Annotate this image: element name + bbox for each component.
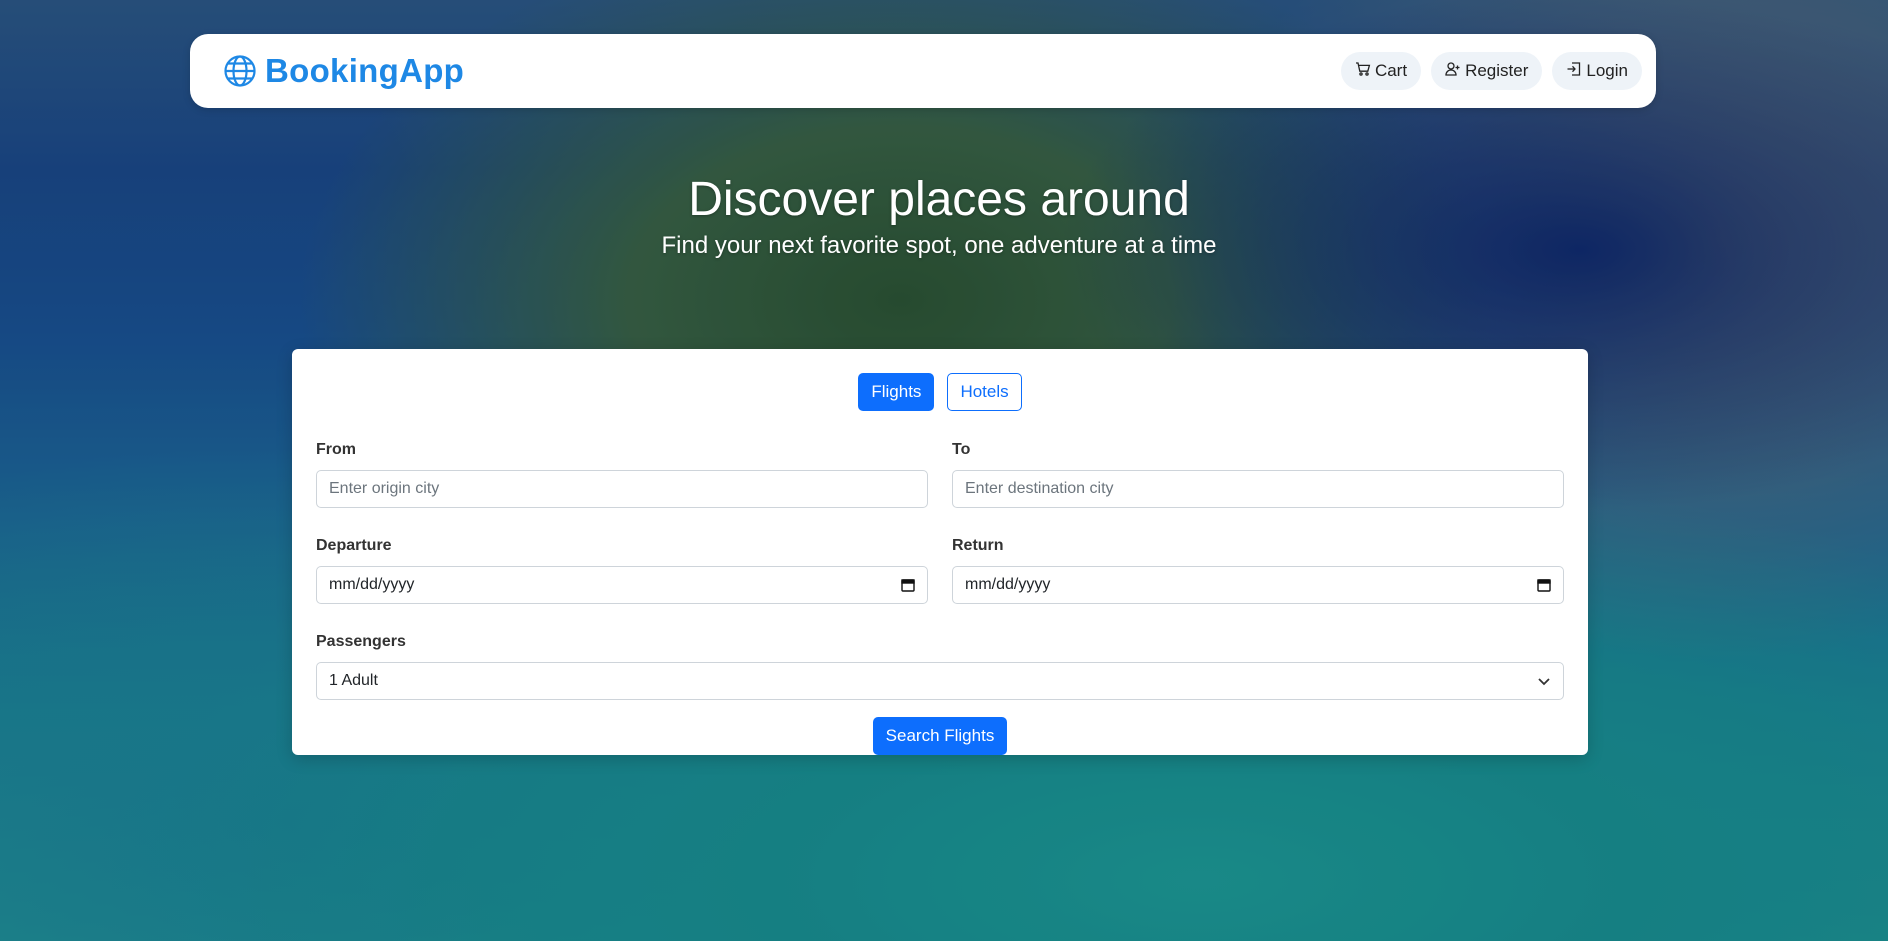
- hero-background: BookingApp Cart Register Login Discover …: [0, 0, 1888, 941]
- brand-link[interactable]: BookingApp: [223, 52, 464, 90]
- brand-name: BookingApp: [265, 52, 465, 89]
- login-icon: [1566, 61, 1582, 82]
- departure-date-input[interactable]: mm/dd/yyyy: [316, 566, 928, 604]
- navbar: BookingApp Cart Register Login: [190, 34, 1656, 108]
- route-row: From Enter origin city To Enter destinat…: [316, 440, 1564, 508]
- to-label: To: [952, 441, 971, 458]
- register-button[interactable]: Register: [1431, 52, 1543, 90]
- hero-title: Discover places around: [688, 173, 1190, 226]
- cart-icon: [1355, 61, 1371, 82]
- register-label: Register: [1465, 61, 1529, 80]
- passengers-value: 1 Adult: [329, 672, 378, 689]
- return-date-value: mm/dd/yyyy: [965, 576, 1051, 593]
- from-label: From: [316, 441, 356, 458]
- person-add-icon: [1445, 61, 1461, 82]
- hero-text: Discover places around Find your next fa…: [0, 170, 1878, 261]
- passengers-field-group: Passengers 1 Adult: [316, 632, 1564, 700]
- to-field-group: To Enter destination city: [952, 440, 1564, 508]
- tab-hotels[interactable]: Hotels: [947, 373, 1022, 411]
- calendar-icon[interactable]: [1537, 578, 1551, 592]
- cart-button[interactable]: Cart: [1340, 52, 1422, 90]
- dates-row: Departure mm/dd/yyyy Return mm/dd/yyyy: [316, 536, 1564, 604]
- login-label: Login: [1586, 61, 1628, 80]
- search-tabs: Flights Hotels: [316, 373, 1564, 411]
- cart-label: Cart: [1374, 61, 1408, 80]
- departure-date-value: mm/dd/yyyy: [329, 576, 415, 593]
- from-field-group: From Enter origin city: [316, 440, 928, 508]
- tab-flights[interactable]: Flights: [858, 373, 935, 411]
- login-button[interactable]: Login: [1552, 52, 1642, 90]
- chevron-down-icon: [1537, 674, 1551, 688]
- passengers-label: Passengers: [316, 633, 406, 650]
- passengers-row: Passengers 1 Adult: [316, 632, 1564, 700]
- submit-wrap: Search Flights: [316, 717, 1564, 755]
- return-field-group: Return mm/dd/yyyy: [952, 536, 1564, 604]
- departure-field-group: Departure mm/dd/yyyy: [316, 536, 928, 604]
- search-flights-button[interactable]: Search Flights: [872, 717, 1008, 755]
- search-card: Flights Hotels From Enter origin city To…: [292, 349, 1588, 755]
- globe-icon: [223, 54, 257, 88]
- passengers-select[interactable]: 1 Adult: [316, 662, 1564, 700]
- departure-label: Departure: [316, 537, 392, 554]
- return-date-input[interactable]: mm/dd/yyyy: [952, 566, 1564, 604]
- hero-subtitle: Find your next favorite spot, one advent…: [661, 232, 1217, 259]
- calendar-icon[interactable]: [901, 578, 915, 592]
- nav-actions: Cart Register Login: [1340, 52, 1642, 90]
- return-label: Return: [952, 537, 1004, 554]
- to-input[interactable]: Enter destination city: [952, 470, 1564, 508]
- from-input[interactable]: Enter origin city: [316, 470, 928, 508]
